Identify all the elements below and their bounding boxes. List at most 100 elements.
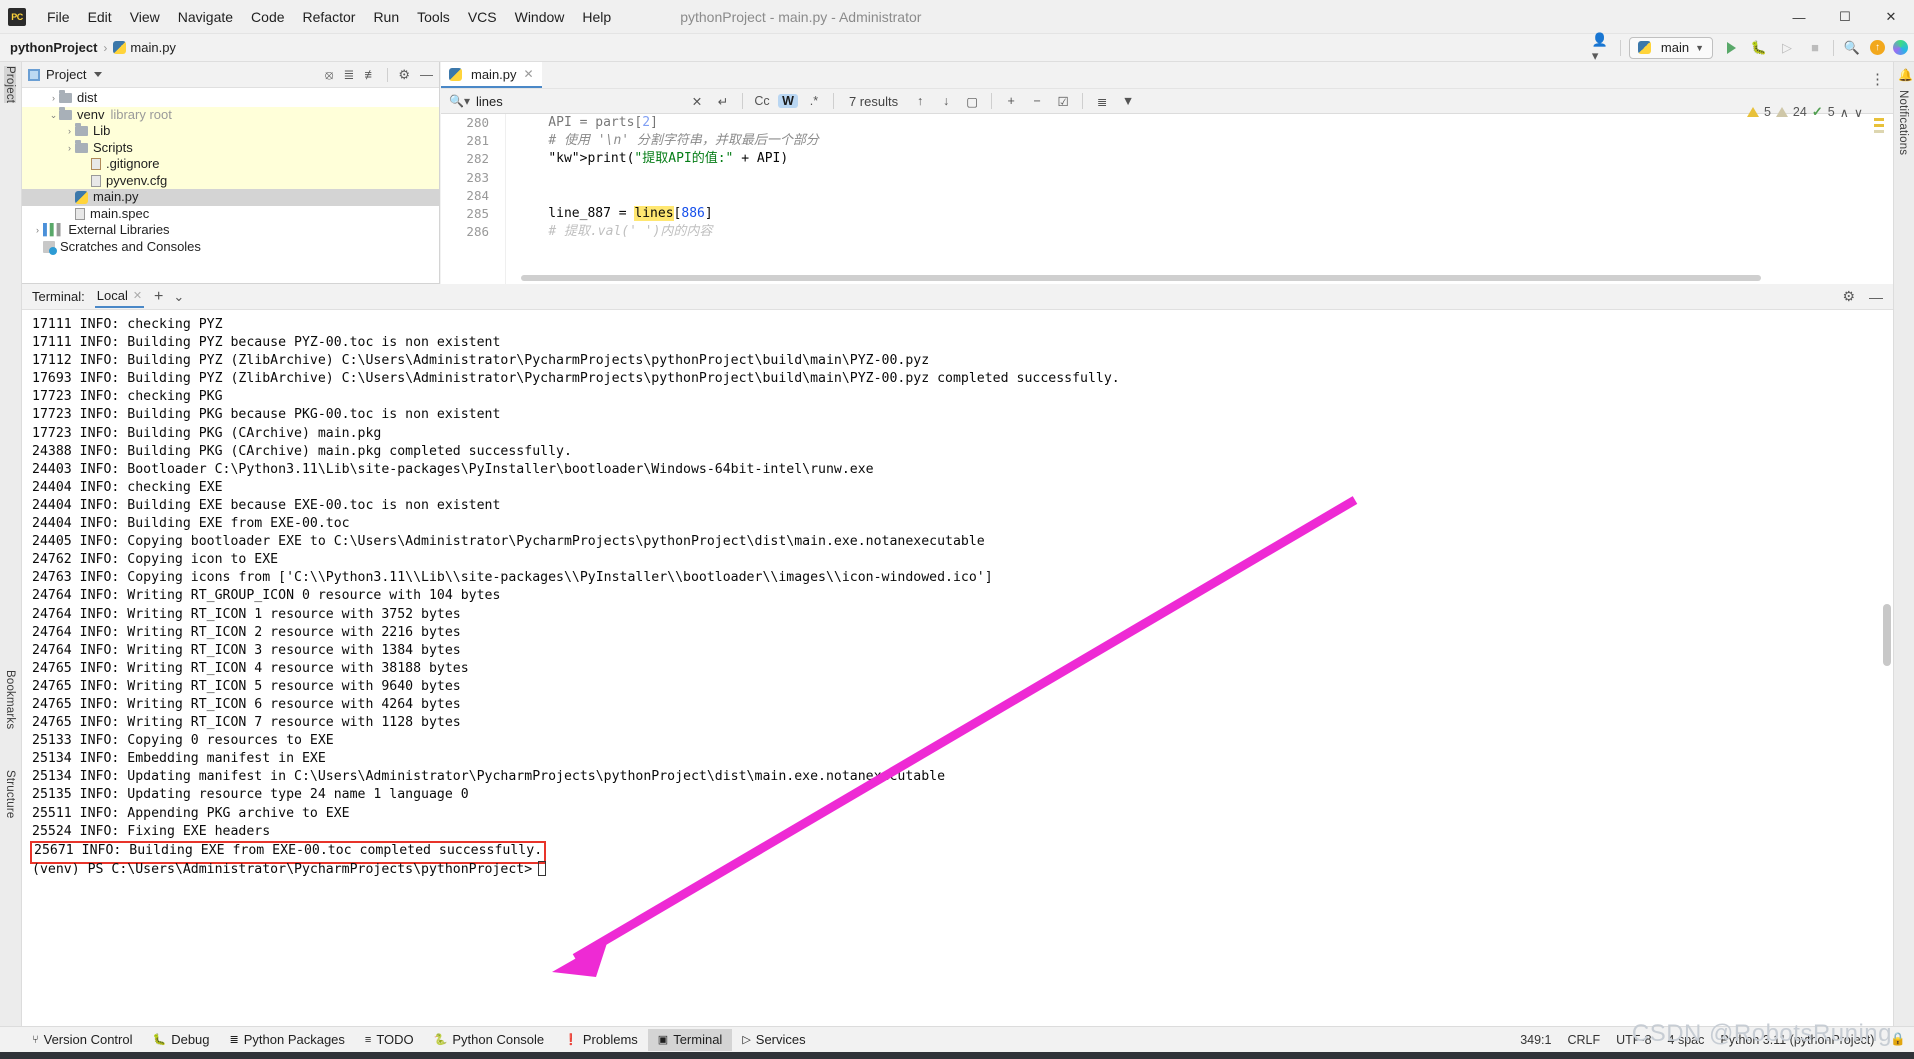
stop-icon[interactable]: ■ — [1805, 38, 1825, 58]
python-interpreter[interactable]: Python 3.11 (pythonProject) — [1720, 1033, 1874, 1047]
bottom-bar-debug[interactable]: 🐛 Debug — [143, 1029, 220, 1051]
maximize-button[interactable]: ☐ — [1822, 0, 1868, 34]
bottom-bar-python-console[interactable]: 🐍 Python Console — [424, 1029, 554, 1051]
previous-occurrence-icon[interactable]: ↑ — [910, 94, 930, 108]
previous-problem-icon[interactable]: ∧ — [1840, 105, 1849, 120]
run-configuration-selector[interactable]: main ▼ — [1628, 36, 1713, 59]
editor-horizontal-scrollbar[interactable] — [521, 275, 1761, 281]
chevron-down-icon[interactable]: ⌄ — [173, 289, 184, 305]
menu-navigate[interactable]: Navigate — [169, 5, 242, 29]
code-viewport[interactable]: 280 281 282 283 284 285 286 API = parts[2] # 使… — [441, 114, 1893, 284]
filter-list-icon[interactable]: ≣ — [1092, 94, 1112, 109]
next-problem-icon[interactable]: ∨ — [1854, 105, 1863, 120]
filter-icon[interactable]: ▼ — [1118, 94, 1138, 108]
line-number[interactable]: 282 — [441, 150, 489, 168]
tree-node-scripts[interactable]: › Scripts — [22, 139, 439, 157]
tree-node-venv[interactable]: ⌄ venv library root — [22, 106, 439, 124]
clear-search-icon[interactable]: ✕ — [687, 94, 707, 109]
bottom-bar-python-packages[interactable]: ≣ Python Packages — [220, 1029, 355, 1051]
tree-node-scratches-and-consoles[interactable]: Scratches and Consoles — [22, 239, 439, 256]
collapse-all-icon[interactable]: ≢ — [364, 67, 377, 82]
remove-line-icon[interactable]: − — [1027, 94, 1047, 108]
file-encoding[interactable]: UTF-8 — [1616, 1033, 1651, 1047]
menu-vcs[interactable]: VCS — [459, 5, 506, 29]
breadcrumb-file[interactable]: main.py — [130, 40, 176, 55]
select-opened-file-icon[interactable]: ⦻ — [325, 67, 334, 83]
tool-window-structure[interactable]: Structure — [4, 770, 16, 818]
code-line[interactable]: # 提取.val(' ')内的内容 — [517, 223, 1893, 241]
gear-icon[interactable]: ⚙ — [398, 67, 410, 83]
tool-window-project[interactable]: Project — [4, 66, 16, 104]
close-button[interactable]: ✕ — [1868, 0, 1914, 34]
toggle-selection-icon[interactable]: ☑ — [1053, 94, 1073, 109]
terminal-vertical-scrollbar[interactable] — [1883, 604, 1891, 666]
line-number[interactable]: 285 — [441, 205, 489, 223]
tree-node-main-spec[interactable]: main.spec — [22, 206, 439, 223]
editor-tab-main-py[interactable]: main.py ✕ — [441, 62, 542, 88]
caret-position[interactable]: 349:1 — [1520, 1033, 1551, 1047]
match-case-toggle[interactable]: Cc — [752, 94, 772, 108]
menu-window[interactable]: Window — [506, 5, 574, 29]
terminal-tab-local[interactable]: Local ✕ — [94, 285, 145, 308]
line-number[interactable]: 283 — [441, 169, 489, 187]
bottom-bar-version-control[interactable]: ⑂ Version Control — [22, 1029, 143, 1051]
chevron-right-icon[interactable]: › — [32, 222, 43, 239]
code-line[interactable]: # 使用 '\n' 分割字符串，并取最后一个部分 — [517, 132, 1893, 150]
tree-node-pyvenv-cfg[interactable]: pyvenv.cfg — [22, 172, 439, 189]
terminal-output[interactable]: 17111 INFO: checking PYZ 17111 INFO: Buil… — [22, 310, 1893, 1037]
menu-file[interactable]: File — [38, 5, 79, 29]
tool-window-notifications[interactable]: Notifications — [1897, 90, 1909, 155]
editor-tab-options[interactable]: ⋮ — [1870, 70, 1893, 88]
chevron-right-icon[interactable]: › — [64, 140, 75, 157]
next-occurrence-icon[interactable]: ↓ — [936, 94, 956, 108]
bottom-bar-services[interactable]: ▷ Services — [732, 1029, 815, 1051]
hide-panel-icon[interactable]: — — [1869, 289, 1883, 305]
tree-node--gitignore[interactable]: .gitignore — [22, 156, 439, 173]
menu-edit[interactable]: Edit — [79, 5, 121, 29]
expand-all-icon[interactable]: ≣ — [343, 67, 354, 83]
line-separator[interactable]: CRLF — [1567, 1033, 1600, 1047]
inspection-widget[interactable]: 5 24 ✓ 5 ∧ ∨ — [1746, 104, 1863, 120]
new-terminal-tab-icon[interactable]: + — [154, 288, 163, 306]
close-icon[interactable]: ✕ — [524, 67, 534, 81]
chevron-down-icon[interactable]: ⌄ — [48, 107, 59, 124]
line-number[interactable]: 284 — [441, 187, 489, 205]
menu-run[interactable]: Run — [364, 5, 408, 29]
regex-toggle[interactable]: .* — [804, 94, 824, 108]
close-icon[interactable]: ✕ — [133, 289, 142, 302]
terminal-prompt[interactable]: (venv) PS C:\Users\Administrator\Pycharm… — [32, 860, 1893, 879]
debug-icon[interactable]: 🐛 — [1749, 38, 1769, 58]
chevron-right-icon[interactable]: › — [48, 90, 59, 107]
bottom-bar-problems[interactable]: ❗ Problems — [554, 1029, 648, 1051]
menu-tools[interactable]: Tools — [408, 5, 459, 29]
marker-stripe[interactable] — [1874, 118, 1884, 136]
tree-node-main-py[interactable]: main.py — [22, 189, 439, 206]
menu-view[interactable]: View — [121, 5, 169, 29]
words-toggle[interactable]: W — [777, 94, 798, 108]
add-line-icon[interactable]: + — [1001, 94, 1021, 108]
search-icon[interactable]: 🔍▾ — [449, 94, 470, 108]
code-line[interactable] — [517, 169, 1893, 187]
indent-setting[interactable]: 4 spac — [1668, 1033, 1705, 1047]
search-input[interactable] — [475, 93, 681, 109]
line-number[interactable]: 280 — [441, 114, 489, 132]
code-line[interactable]: "kw">print("提取API的值:" + API) — [517, 150, 1893, 168]
tool-window-bookmarks[interactable]: Bookmarks — [4, 670, 16, 729]
gear-icon[interactable]: ⚙ — [1842, 288, 1855, 305]
run-icon[interactable] — [1721, 38, 1741, 58]
tree-node-external-libraries[interactable]: › ▌▌▌ External Libraries — [22, 222, 439, 239]
select-all-occurrences-icon[interactable]: ▢ — [962, 94, 982, 109]
code-content[interactable]: API = parts[2] # 使用 '\n' 分割字符串，并取最后一个部分 … — [517, 114, 1893, 284]
minimize-button[interactable]: — — [1776, 0, 1822, 34]
breadcrumb-project[interactable]: pythonProject — [10, 40, 97, 55]
line-number[interactable]: 286 — [441, 223, 489, 241]
search-everywhere-icon[interactable]: 🔍 — [1842, 38, 1862, 58]
code-line[interactable]: line_887 = lines[886] — [517, 205, 1893, 223]
bottom-bar-todo[interactable]: ≡ TODO — [355, 1029, 424, 1051]
lock-icon[interactable]: 🔒 — [1890, 1032, 1906, 1047]
search-history-icon[interactable]: ↵ — [713, 94, 733, 109]
menu-help[interactable]: Help — [573, 5, 620, 29]
code-line[interactable] — [517, 187, 1893, 205]
chevron-down-icon[interactable] — [94, 72, 103, 77]
hide-panel-icon[interactable]: — — [420, 67, 433, 82]
